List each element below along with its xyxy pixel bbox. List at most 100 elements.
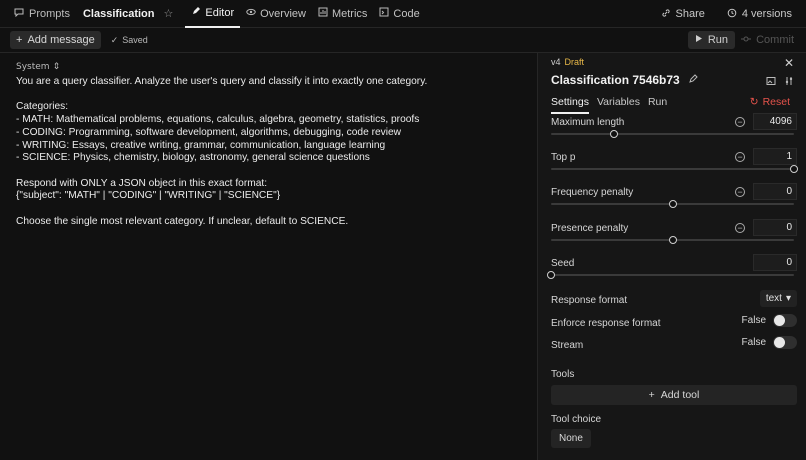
tab-overview[interactable]: Overview bbox=[240, 0, 312, 28]
eye-icon bbox=[246, 7, 256, 20]
enforce-value: False bbox=[741, 315, 766, 326]
versions-button[interactable]: 4 versions bbox=[727, 8, 792, 21]
prompt-line: - WRITING: Essays, creative writing, gra… bbox=[16, 139, 386, 151]
param-slider[interactable] bbox=[551, 165, 798, 173]
tab-code[interactable]: Code bbox=[373, 0, 425, 28]
share-button[interactable]: Share bbox=[661, 8, 705, 21]
prompt-line: Respond with ONLY a JSON object in this … bbox=[16, 177, 268, 189]
chevron-down-icon: ▾ bbox=[785, 293, 791, 304]
tab-label: Editor bbox=[205, 6, 235, 19]
enforce-format-row: Enforce response format False bbox=[551, 314, 797, 329]
param-value-input[interactable]: 0 bbox=[753, 219, 797, 236]
star-icon[interactable]: ☆ bbox=[164, 7, 174, 20]
add-tool-button[interactable]: + Add tool bbox=[551, 385, 797, 405]
updown-icon: ⇕ bbox=[52, 62, 61, 72]
param-slider[interactable] bbox=[551, 236, 794, 244]
reset-button[interactable]: ↻ Reset bbox=[750, 96, 790, 108]
commit-label: Commit bbox=[756, 34, 794, 46]
panel-title-row: Classification 7546b73 bbox=[551, 73, 698, 87]
response-format-value: text bbox=[765, 293, 782, 304]
slider-thumb[interactable] bbox=[610, 130, 619, 138]
version-label: v4 bbox=[551, 57, 561, 67]
param-label: Presence penalty bbox=[551, 223, 629, 234]
prompt-line bbox=[16, 203, 526, 216]
minus-icon[interactable]: − bbox=[735, 152, 745, 162]
sliders-icon[interactable] bbox=[784, 76, 794, 89]
share-label: Share bbox=[675, 8, 705, 20]
commit-button[interactable]: Commit bbox=[741, 31, 794, 49]
image-icon[interactable] bbox=[766, 76, 776, 89]
tab-metrics[interactable]: Metrics bbox=[312, 0, 373, 28]
tools-label: Tools bbox=[551, 369, 575, 380]
tab-label: Code bbox=[393, 7, 420, 20]
tab-variables[interactable]: Variables bbox=[597, 96, 640, 114]
play-icon bbox=[695, 34, 703, 46]
stream-label: Stream bbox=[551, 340, 584, 351]
run-button[interactable]: Run bbox=[687, 31, 735, 49]
versions-label: 4 versions bbox=[741, 8, 792, 20]
stream-toggle-group: False bbox=[742, 336, 797, 349]
prompt-line: - SCIENCE: Physics, chemistry, biology, … bbox=[16, 152, 370, 164]
settings-panel: v4 Draft ✕ Classification 7546b73 Settin… bbox=[537, 53, 806, 460]
pencil-icon bbox=[191, 6, 201, 19]
param-slider[interactable] bbox=[551, 130, 794, 138]
param-value-input[interactable]: 1 bbox=[753, 148, 797, 165]
param-slider[interactable] bbox=[547, 271, 794, 279]
tool-choice-select[interactable]: None bbox=[551, 429, 591, 448]
enforce-format-label: Enforce response format bbox=[551, 318, 661, 329]
toggle-knob bbox=[774, 315, 785, 326]
param-value-input[interactable]: 0 bbox=[753, 254, 797, 271]
role-selector[interactable]: System ⇕ bbox=[16, 62, 526, 72]
response-format-label: Response format bbox=[551, 295, 628, 306]
run-label: Run bbox=[707, 34, 728, 46]
enforce-toggle[interactable] bbox=[773, 314, 797, 327]
minus-icon[interactable]: − bbox=[735, 187, 745, 197]
reset-label: Reset bbox=[762, 96, 790, 108]
breadcrumb-prompts[interactable]: Prompts bbox=[29, 8, 70, 20]
prompt-line: You are a query classifier. Analyze the … bbox=[16, 76, 428, 87]
prompt-line: - MATH: Mathematical problems, equations… bbox=[16, 114, 420, 126]
code-icon bbox=[379, 7, 389, 20]
add-message-button[interactable]: + Add message bbox=[10, 31, 101, 49]
metrics-icon bbox=[318, 7, 328, 20]
slider-thumb[interactable] bbox=[668, 236, 677, 244]
reset-icon: ↻ bbox=[749, 96, 759, 108]
prompt-editor[interactable]: System ⇕ You are a query classifier. Ana… bbox=[16, 62, 526, 228]
param-value-input[interactable]: 4096 bbox=[753, 113, 797, 130]
param-slider[interactable] bbox=[551, 200, 794, 208]
param-label: Top p bbox=[551, 152, 576, 163]
add-message-label: Add message bbox=[27, 34, 95, 46]
tab-settings[interactable]: Settings bbox=[551, 96, 589, 114]
prompt-line: Choose the single most relevant category… bbox=[16, 215, 349, 227]
stream-value: False bbox=[741, 337, 766, 348]
prompt-line bbox=[16, 165, 526, 178]
top-tabs: Editor Overview Metrics Code bbox=[185, 0, 425, 28]
response-format-row: Response format text ▾ bbox=[551, 290, 797, 307]
tab-editor[interactable]: Editor bbox=[185, 0, 241, 28]
minus-icon[interactable]: − bbox=[735, 223, 745, 233]
edit-icon[interactable] bbox=[688, 73, 698, 87]
link-icon bbox=[661, 8, 671, 21]
version-status: v4 Draft bbox=[551, 57, 584, 67]
toggle-knob bbox=[774, 337, 785, 348]
slider-thumb[interactable] bbox=[668, 200, 677, 208]
tab-run[interactable]: Run bbox=[648, 96, 667, 114]
param-value-input[interactable]: 0 bbox=[753, 183, 797, 200]
response-format-select[interactable]: text ▾ bbox=[759, 290, 797, 307]
param-label: Maximum length bbox=[551, 117, 625, 128]
saved-status: ✓ Saved bbox=[111, 35, 148, 46]
stream-toggle[interactable] bbox=[773, 336, 797, 349]
close-icon[interactable]: ✕ bbox=[784, 56, 794, 70]
panel-tabs: Settings Variables Run bbox=[551, 96, 667, 114]
slider-thumb[interactable] bbox=[547, 271, 555, 279]
prompt-text[interactable]: You are a query classifier. Analyze the … bbox=[16, 76, 526, 228]
tool-choice-value: None bbox=[559, 433, 583, 444]
commit-icon bbox=[741, 34, 752, 47]
slider-thumb[interactable] bbox=[790, 165, 798, 173]
tool-choice-label: Tool choice bbox=[551, 414, 602, 425]
prompt-name: Classification bbox=[82, 7, 155, 20]
stream-row: Stream False bbox=[551, 336, 797, 351]
minus-icon[interactable]: − bbox=[735, 117, 745, 127]
panel-title: Classification 7546b73 bbox=[551, 73, 680, 87]
check-icon: ✓ bbox=[110, 34, 119, 45]
